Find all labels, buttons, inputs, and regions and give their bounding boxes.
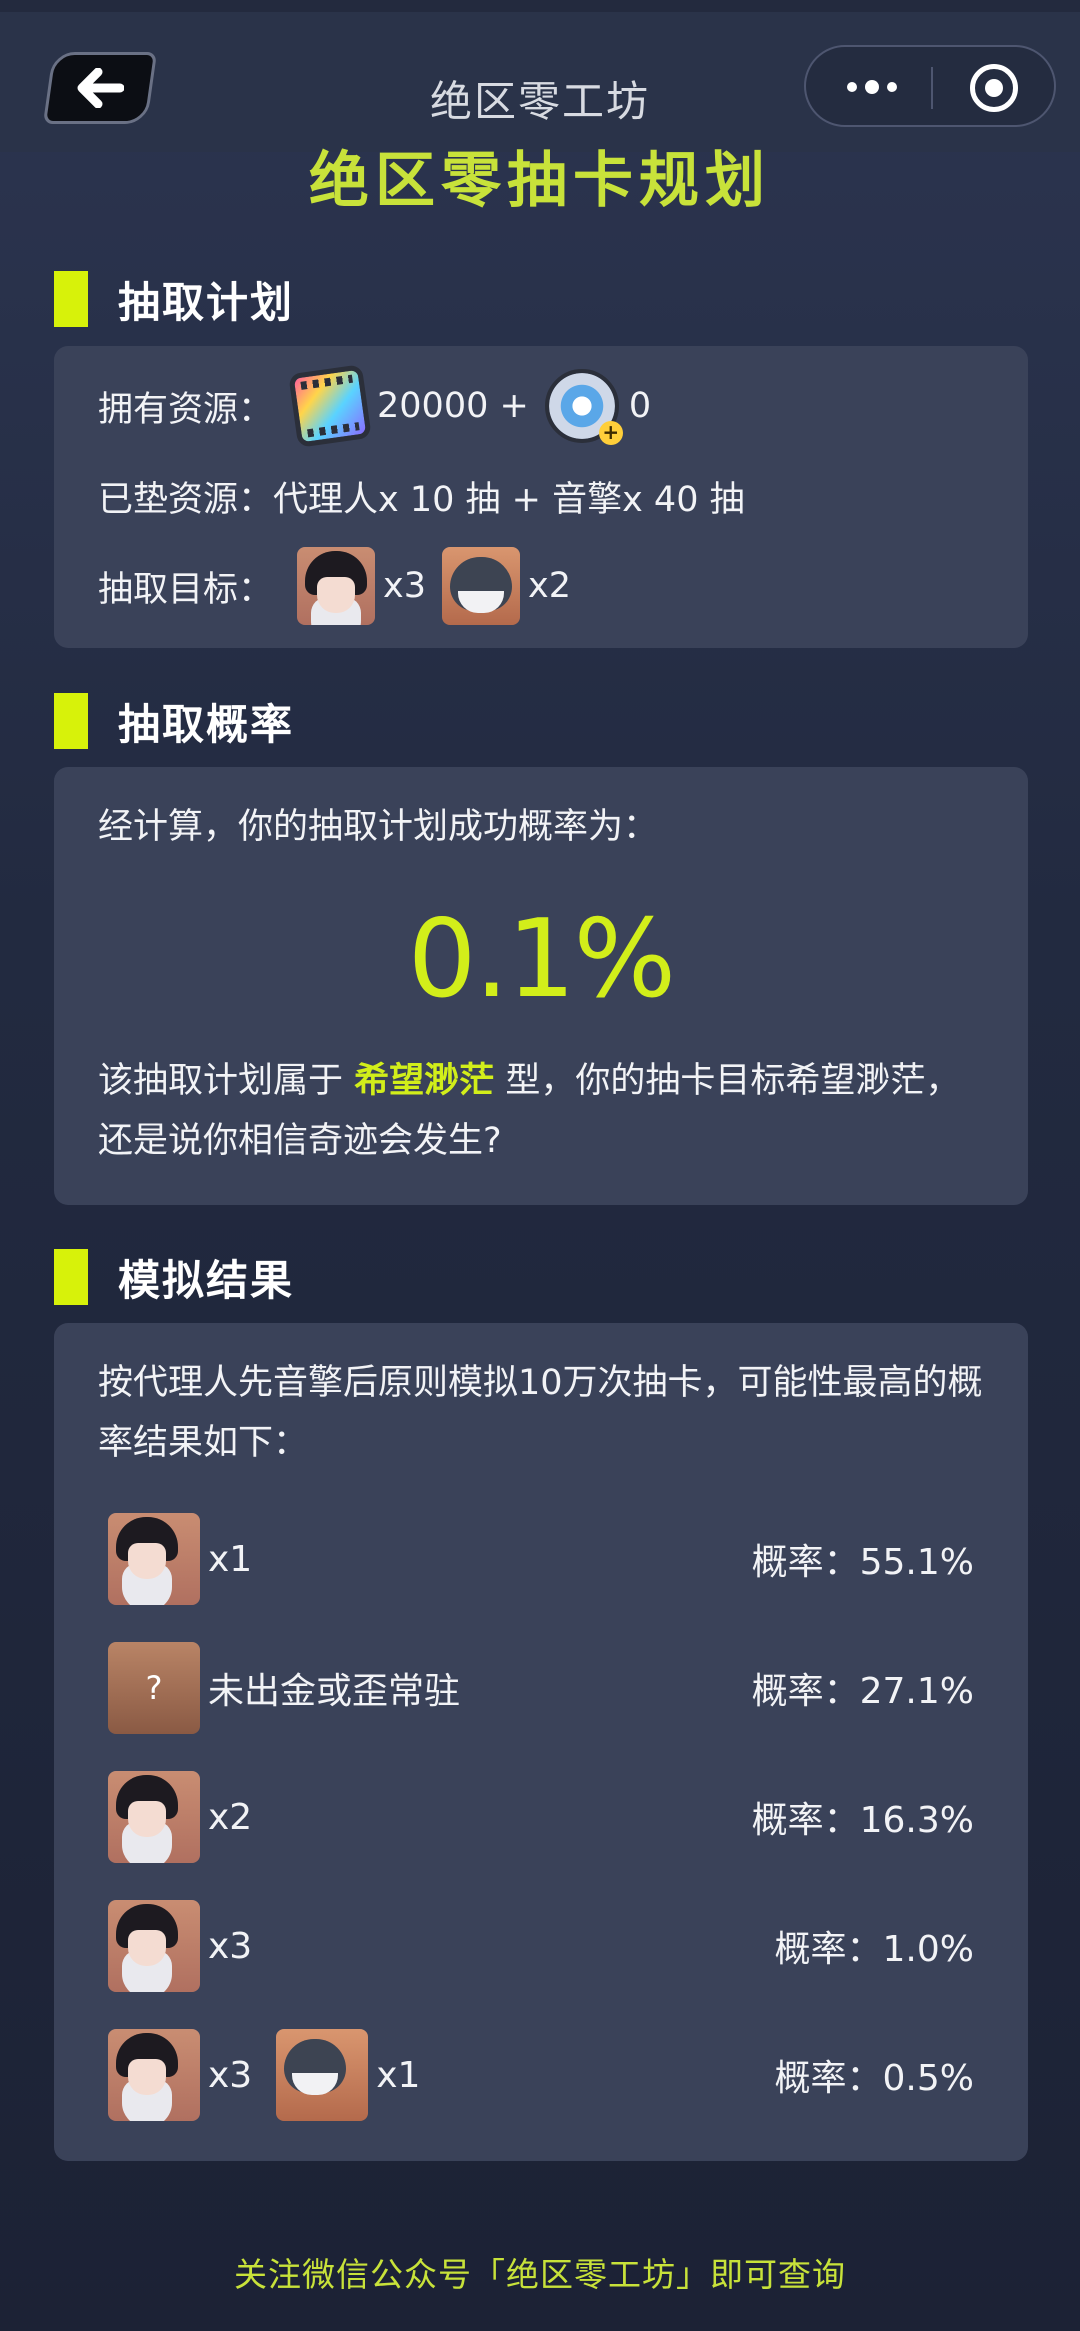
result-row: x3 x1 概率：0.5% (108, 2029, 974, 2121)
result-probability: 概率：16.3% (751, 1800, 974, 1841)
w-engine-avatar-icon (276, 2029, 369, 2121)
agent-avatar-icon (297, 547, 376, 625)
result-row: x3 概率：1.0% (108, 1900, 974, 1992)
section-header-probability: 抽取概率 (54, 693, 294, 749)
result-probability: 概率：55.1% (751, 1542, 974, 1583)
target-engine-count: x2 (528, 566, 571, 606)
result-agent-count: x3 (208, 1925, 253, 1967)
result-row: ? 未出金或歪常驻 概率：27.1% (108, 1642, 974, 1734)
w-engine-avatar-icon (442, 547, 520, 625)
page-heading: 绝区零抽卡规划 (309, 146, 771, 216)
result-agent-count: x1 (208, 1538, 253, 1580)
section-header-simulation: 模拟结果 (54, 1249, 294, 1305)
result-agent-count: x2 (208, 1796, 253, 1838)
target-circle-icon[interactable] (970, 64, 1018, 112)
pity-label: 已垫资源： (98, 479, 274, 520)
result-probability: 概率：1.0% (774, 1929, 974, 1970)
verdict-prefix: 该抽取计划属于 (98, 1061, 344, 1101)
result-label: 未出金或歪常驻 (208, 1671, 461, 1712)
probability-card: 经计算，你的抽取计划成功概率为： 0.1% 该抽取计划属于 希望渺茫 型，你的抽… (54, 767, 1028, 1205)
result-row: x1 概率：55.1% (108, 1513, 974, 1605)
pity-row: 已垫资源： 代理人x 10 抽 + 音擎x 40 抽 (98, 466, 745, 526)
capsule-divider (931, 67, 933, 109)
agent-avatar-icon (108, 1513, 200, 1605)
probability-verdict: 该抽取计划属于 希望渺茫 型，你的抽卡目标希望渺茫，还是说你相信奇迹会发生? (98, 1051, 984, 1171)
result-engine-count: x1 (376, 2054, 421, 2096)
target-label: 抽取目标： (98, 569, 274, 610)
simulation-card: 按代理人先音擎后原则模拟10万次抽卡，可能性最高的概率结果如下： x1 概率：5… (54, 1323, 1028, 2161)
more-dots-icon[interactable] (842, 69, 902, 105)
encrypted-reel-icon (544, 369, 623, 445)
question-mark-icon: ? (108, 1642, 200, 1734)
agent-avatar-icon (108, 2029, 200, 2121)
verdict-type: 希望渺茫 (354, 1061, 495, 1101)
resources-label: 拥有资源： (98, 389, 274, 430)
resources-row: 拥有资源： 20000 + 0 (98, 364, 652, 448)
film-amount: 20000 + (377, 386, 529, 426)
status-bar (0, 0, 1080, 12)
section-accent-bar (54, 271, 88, 327)
section-title: 抽取计划 (118, 277, 295, 327)
section-title: 模拟结果 (118, 1255, 295, 1305)
mini-program-capsule (804, 45, 1056, 127)
plan-card: 拥有资源： 20000 + 0 已垫资源： 代理人x 10 抽 + 音擎x 40… (54, 346, 1028, 648)
agent-avatar-icon (108, 1771, 200, 1863)
result-row: x2 概率：16.3% (108, 1771, 974, 1863)
section-title: 抽取概率 (118, 699, 295, 749)
nav-bar: 绝区零工坊 (0, 12, 1080, 152)
master-tape-icon (288, 364, 372, 448)
section-accent-bar (54, 1249, 88, 1305)
pity-value: 代理人x 10 抽 + 音擎x 40 抽 (273, 479, 745, 520)
success-probability: 0.1% (407, 897, 676, 1022)
target-agent-count: x3 (383, 566, 426, 606)
simulation-intro: 按代理人先音擎后原则模拟10万次抽卡，可能性最高的概率结果如下： (98, 1363, 983, 1463)
result-probability: 概率：27.1% (751, 1671, 974, 1712)
footer-note: 关注微信公众号「绝区零工坊」即可查询 (234, 2255, 846, 2294)
result-agent-count: x3 (208, 2054, 253, 2096)
agent-avatar-icon (108, 1900, 200, 1992)
reel-amount: 0 (628, 386, 652, 426)
target-row: 抽取目标： x3 x2 (98, 546, 571, 626)
section-accent-bar (54, 693, 88, 749)
section-header-plan: 抽取计划 (54, 271, 294, 327)
probability-intro: 经计算，你的抽取计划成功概率为： (98, 807, 659, 847)
result-probability: 概率：0.5% (774, 2058, 974, 2099)
